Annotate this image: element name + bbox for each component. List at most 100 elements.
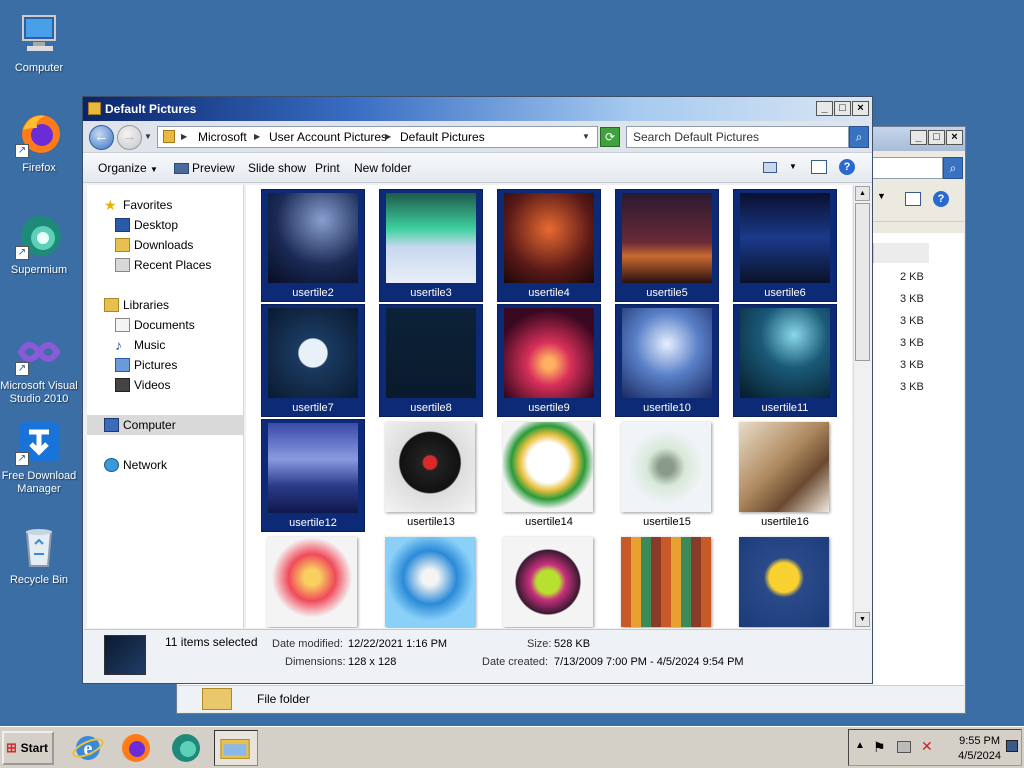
clock[interactable]: 9:55 PM 4/5/2024 <box>958 734 1001 764</box>
maximize-button[interactable]: □ <box>834 101 851 116</box>
file-tile[interactable]: usertile10 <box>615 304 719 417</box>
search-input[interactable]: Search Default Pictures <box>626 126 849 148</box>
desktop-icon-firefox[interactable]: ↗ Firefox <box>0 110 78 175</box>
print-button[interactable]: Print <box>315 161 340 175</box>
change-view-icon[interactable] <box>763 162 777 173</box>
breadcrumb-separator[interactable]: ▶ <box>385 127 391 147</box>
explorer-taskbar-button[interactable] <box>214 730 258 766</box>
file-thumbnail <box>739 537 829 627</box>
recent-pages-dropdown[interactable]: ▼ <box>144 132 152 141</box>
file-tile[interactable] <box>733 534 837 628</box>
start-button[interactable]: ⊞ Start <box>2 731 54 765</box>
background-search-input[interactable] <box>871 157 943 179</box>
show-hidden-icons-button[interactable]: ▲ <box>855 740 865 751</box>
new-folder-button[interactable]: New folder <box>354 161 411 175</box>
computer-icon <box>15 10 63 58</box>
breadcrumb-separator[interactable]: ▶ <box>181 127 187 147</box>
column-header[interactable] <box>872 221 964 239</box>
file-tile[interactable]: usertile9 <box>497 304 601 417</box>
file-tile[interactable] <box>379 534 483 628</box>
preview-pane-icon[interactable] <box>811 160 827 174</box>
back-button[interactable]: ← <box>89 125 114 150</box>
desktop-icon-visual-studio[interactable]: ↗ Microsoft Visual Studio 2010 <box>0 328 78 406</box>
address-dropdown-icon[interactable]: ▼ <box>582 127 590 147</box>
nav-documents[interactable]: Documents <box>87 315 243 335</box>
supermium-taskbar-icon[interactable] <box>168 730 204 766</box>
scrollbar-thumb[interactable] <box>855 203 870 361</box>
scroll-up-button[interactable]: ▲ <box>855 186 870 201</box>
file-tile[interactable]: usertile7 <box>261 304 365 417</box>
nav-music[interactable]: ♪ Music <box>87 335 243 355</box>
preview-label: Preview <box>192 161 235 175</box>
internet-explorer-taskbar-icon[interactable]: e <box>70 730 106 766</box>
window-titlebar[interactable]: Default Pictures _ □ × <box>83 97 872 121</box>
address-bar[interactable]: ▶ Microsoft ▶ User Account Pictures ▶ De… <box>157 126 598 148</box>
breadcrumb-item[interactable]: Default Pictures <box>400 127 485 147</box>
breadcrumb-item[interactable]: User Account Pictures <box>269 127 387 147</box>
slideshow-button[interactable]: Slide show <box>248 161 306 175</box>
search-icon[interactable]: ⌕ <box>849 126 869 148</box>
file-tile[interactable]: usertile2 <box>261 189 365 302</box>
file-tile[interactable] <box>261 534 365 628</box>
desktop-icon-computer[interactable]: Computer <box>0 10 78 75</box>
fdm-icon: ↗ <box>15 418 63 466</box>
nav-downloads[interactable]: Downloads <box>87 235 243 255</box>
nav-network[interactable]: Network <box>87 455 243 475</box>
file-name: usertile11 <box>761 402 809 414</box>
firefox-icon: ↗ <box>15 110 63 158</box>
desktop-icon-fdm[interactable]: ↗ Free Download Manager <box>0 418 78 496</box>
preview-button[interactable]: Preview <box>174 161 235 175</box>
maximize-button[interactable]: □ <box>928 130 945 145</box>
nav-recent-places[interactable]: Recent Places <box>87 255 243 275</box>
file-tile[interactable]: usertile12 <box>261 419 365 532</box>
minimize-button[interactable]: _ <box>816 101 833 116</box>
file-tile[interactable]: usertile4 <box>497 189 601 302</box>
file-name: usertile14 <box>525 516 573 528</box>
network-tray-icon[interactable] <box>897 741 911 753</box>
nav-libraries[interactable]: Libraries <box>87 295 243 315</box>
vertical-scrollbar[interactable]: ▲ ▼ <box>853 185 870 628</box>
minimize-button[interactable]: _ <box>910 130 927 145</box>
desktop-icon-recycle-bin[interactable]: Recycle Bin <box>0 522 78 587</box>
nav-favorites[interactable]: ★ Favorites <box>87 195 243 215</box>
help-icon[interactable]: ? <box>839 159 855 175</box>
nav-desktop[interactable]: Desktop <box>87 215 243 235</box>
file-tile[interactable]: usertile15 <box>615 419 719 532</box>
volume-muted-icon[interactable]: ✕ <box>921 738 933 755</box>
file-tile[interactable]: usertile8 <box>379 304 483 417</box>
action-center-flag-icon[interactable]: ⚑ <box>873 739 886 756</box>
chevron-down-icon[interactable]: ▼ <box>789 162 797 171</box>
file-tile[interactable]: usertile16 <box>733 419 837 532</box>
nav-label: Favorites <box>123 198 173 212</box>
file-tile[interactable]: usertile3 <box>379 189 483 302</box>
search-icon[interactable]: ⌕ <box>943 157 963 179</box>
file-tile[interactable]: usertile6 <box>733 189 837 302</box>
close-button[interactable]: × <box>946 130 963 145</box>
firefox-taskbar-icon[interactable] <box>118 730 154 766</box>
column-header[interactable] <box>873 243 929 263</box>
show-desktop-button[interactable] <box>1006 740 1018 752</box>
nav-videos[interactable]: Videos <box>87 375 243 395</box>
file-tile[interactable] <box>615 534 719 628</box>
scroll-down-button[interactable]: ▼ <box>855 612 870 627</box>
explorer-window[interactable]: Default Pictures _ □ × ← → ▼ ▶ Microsoft ▶… <box>82 96 873 684</box>
organize-button[interactable]: Organize ▼ <box>98 161 158 175</box>
folder-icon <box>88 102 101 115</box>
file-tile[interactable]: usertile13 <box>379 419 483 532</box>
nav-computer[interactable]: Computer <box>87 415 243 435</box>
refresh-button[interactable]: ⟳ <box>600 127 620 147</box>
nav-pictures[interactable]: Pictures <box>87 355 243 375</box>
breadcrumb-separator[interactable]: ▶ <box>254 127 260 147</box>
breadcrumb-item[interactable]: Microsoft <box>198 127 247 147</box>
file-tile[interactable]: usertile11 <box>733 304 837 417</box>
desktop-icon-label: Microsoft Visual Studio 2010 <box>0 380 78 405</box>
file-tile[interactable]: usertile14 <box>497 419 601 532</box>
desktop-icon-supermium[interactable]: ↗ Supermium <box>0 212 78 277</box>
forward-button[interactable]: → <box>117 125 142 150</box>
close-button[interactable]: × <box>852 101 869 116</box>
help-icon[interactable]: ? <box>933 191 949 207</box>
chevron-down-icon[interactable]: ▼ <box>877 191 886 201</box>
file-tile[interactable] <box>497 534 601 628</box>
preview-pane-icon[interactable] <box>905 192 921 206</box>
file-tile[interactable]: usertile5 <box>615 189 719 302</box>
